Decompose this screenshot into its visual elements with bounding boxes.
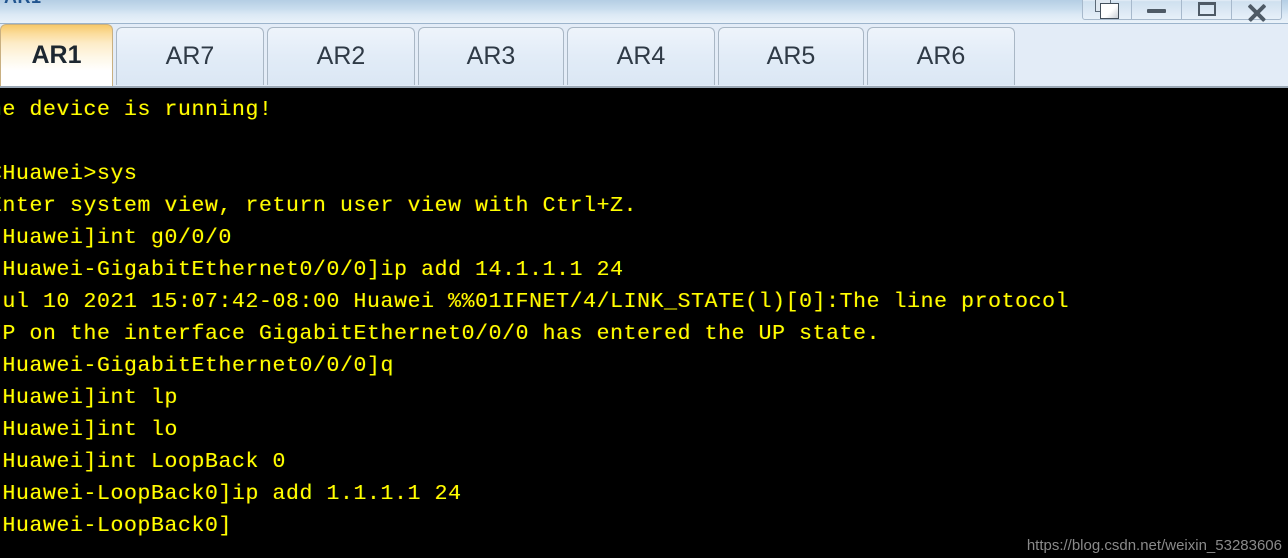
terminal-line: <Huawei>sys bbox=[0, 162, 138, 186]
app-window: AR1 AR1 AR7 AR2 AR3 AR4 AR5 AR6 he device is r… bbox=[0, 0, 1288, 558]
tab-ar6[interactable]: AR6 bbox=[867, 27, 1015, 85]
terminal-line: [Huawei]int lp bbox=[0, 386, 179, 410]
close-button[interactable] bbox=[1232, 0, 1282, 23]
terminal-console[interactable]: he device is running! <Huawei>sys Enter sy… bbox=[0, 90, 1288, 558]
terminal-line: [Huawei-GigabitEthernet0/0/0]q bbox=[0, 354, 395, 378]
terminal-line: [Huawei-GigabitEthernet0/0/0]ip add 14.1… bbox=[0, 258, 624, 282]
terminal-line: he device is running! bbox=[0, 98, 273, 122]
maximize-button[interactable] bbox=[1182, 0, 1232, 20]
terminal-line: Jul 10 2021 15:07:42-08:00 Huawei %%01IF… bbox=[0, 290, 1070, 314]
close-icon bbox=[1246, 1, 1268, 23]
restore-icon-front bbox=[1100, 3, 1119, 19]
terminal-line: [Huawei-LoopBack0]ip add 1.1.1.1 24 bbox=[0, 482, 462, 506]
terminal-line: [Huawei]int LoopBack 0 bbox=[0, 450, 287, 474]
maximize-icon bbox=[1198, 2, 1216, 16]
tab-label: AR3 bbox=[466, 42, 516, 70]
tab-ar1[interactable]: AR1 bbox=[0, 24, 113, 86]
terminal-line: IP on the interface GigabitEthernet0/0/0… bbox=[0, 322, 881, 346]
title-bar: AR1 bbox=[0, 0, 1288, 24]
window-title: AR1 bbox=[4, 0, 42, 8]
tab-label: AR2 bbox=[316, 42, 366, 70]
tab-ar3[interactable]: AR3 bbox=[418, 27, 564, 85]
tab-label: AR7 bbox=[165, 42, 215, 70]
restore-button[interactable] bbox=[1082, 0, 1132, 20]
window-controls bbox=[1082, 0, 1282, 23]
terminal-line: Enter system view, return user view with… bbox=[0, 194, 638, 218]
terminal-line: [Huawei-LoopBack0] bbox=[0, 514, 233, 538]
tab-label: AR6 bbox=[916, 42, 966, 70]
tab-ar7[interactable]: AR7 bbox=[116, 27, 264, 85]
watermark: https://blog.csdn.net/weixin_53283606 bbox=[1026, 537, 1282, 554]
device-tab-bar: AR1 AR7 AR2 AR3 AR4 AR5 AR6 bbox=[0, 24, 1288, 88]
tab-ar4[interactable]: AR4 bbox=[567, 27, 715, 85]
tab-label: AR5 bbox=[766, 42, 816, 70]
minimize-icon bbox=[1147, 9, 1166, 13]
tab-ar2[interactable]: AR2 bbox=[267, 27, 415, 85]
tab-label: AR4 bbox=[616, 42, 666, 70]
tab-ar5[interactable]: AR5 bbox=[718, 27, 864, 85]
terminal-line: [Huawei]int g0/0/0 bbox=[0, 226, 233, 250]
tab-label: AR1 bbox=[31, 41, 82, 69]
terminal-line: [Huawei]int lo bbox=[0, 418, 179, 442]
minimize-button[interactable] bbox=[1132, 0, 1182, 20]
